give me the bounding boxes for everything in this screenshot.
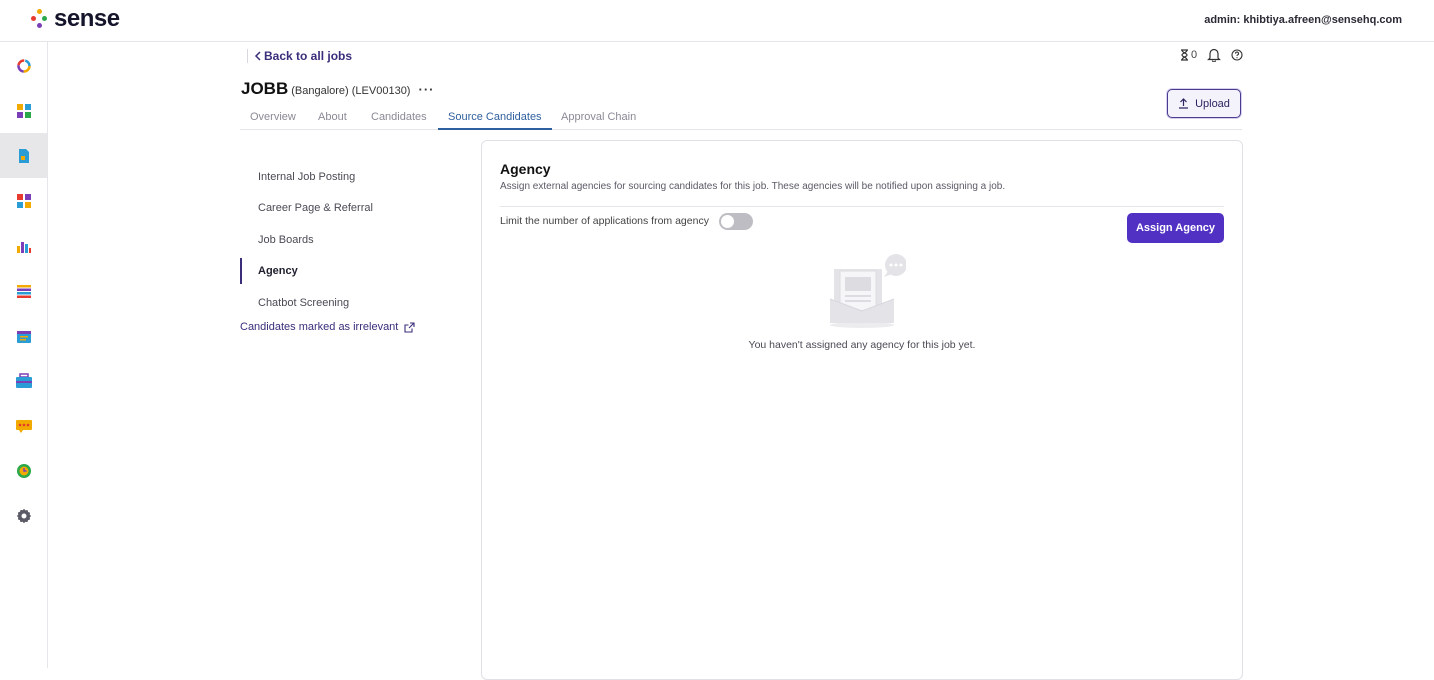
tab-about[interactable]: About: [318, 111, 347, 130]
empty-inbox-illustration: [829, 254, 906, 328]
bar-chart-icon: [16, 241, 31, 253]
irrelevant-candidates-link[interactable]: Candidates marked as irrelevant: [240, 321, 415, 333]
logo-dots-icon: [30, 7, 48, 31]
header-utilities: 0: [1180, 47, 1243, 62]
sidebar-item-briefcase[interactable]: [0, 358, 47, 403]
admin-user-label[interactable]: admin: khibtiya.afreen@sensehq.com: [1204, 14, 1402, 26]
sidebar-item-jobs[interactable]: [0, 133, 47, 178]
hourglass-icon: [1181, 48, 1188, 61]
clock-icon: [16, 463, 31, 478]
list-icon: [16, 284, 31, 298]
external-link-icon: [404, 321, 415, 333]
document-icon: [18, 148, 29, 163]
brand-name: sense: [54, 5, 120, 32]
agency-card: Agency Assign external agencies for sour…: [481, 140, 1243, 680]
chat-bubble-icon: [15, 419, 32, 433]
agency-description: Assign external agencies for sourcing ca…: [500, 181, 1006, 192]
app-sidebar: [0, 42, 48, 668]
subnav-agency[interactable]: Agency: [258, 265, 298, 277]
sidebar-item-home[interactable]: [0, 43, 47, 88]
job-title-row: JOBB (Bangalore) (LEV00130) ···: [241, 79, 434, 99]
sidebar-item-calendar[interactable]: [0, 313, 47, 358]
sidebar-item-scheduler[interactable]: [0, 448, 47, 493]
job-tabs: Overview About Candidates Source Candida…: [240, 108, 1242, 130]
assign-agency-button[interactable]: Assign Agency: [1127, 213, 1224, 243]
back-link-label: Back to all jobs: [264, 49, 353, 63]
ring-chart-icon: [16, 58, 31, 73]
irrelevant-link-label: Candidates marked as irrelevant: [240, 321, 399, 333]
sidebar-item-messages[interactable]: [0, 403, 47, 448]
job-meta: (Bangalore) (LEV00130): [291, 85, 411, 97]
sidebar-item-settings[interactable]: [0, 493, 47, 538]
sidebar-item-lists[interactable]: [0, 268, 47, 313]
sidebar-item-analytics[interactable]: [0, 223, 47, 268]
chevron-left-icon: [254, 51, 261, 61]
tab-candidates[interactable]: Candidates: [371, 111, 427, 130]
sidebar-item-dashboard[interactable]: [0, 88, 47, 133]
subnav-active-indicator: [240, 258, 242, 284]
tab-overview[interactable]: Overview: [250, 111, 296, 130]
subnav-job-boards[interactable]: Job Boards: [258, 234, 314, 246]
card-divider: [500, 206, 1224, 207]
subnav-internal-job-posting[interactable]: Internal Job Posting: [258, 171, 355, 183]
subnav-career-page-referral[interactable]: Career Page & Referral: [258, 202, 373, 214]
limit-applications-label: Limit the number of applications from ag…: [500, 215, 709, 227]
toggle-knob: [721, 215, 734, 228]
job-name: JOBB: [241, 79, 289, 98]
calendar-icon: [16, 330, 31, 343]
tab-approval-chain[interactable]: Approval Chain: [561, 111, 636, 130]
dashboard-grid-icon: [16, 103, 31, 118]
tab-source-candidates[interactable]: Source Candidates: [438, 111, 552, 130]
back-to-jobs-link[interactable]: Back to all jobs: [247, 49, 352, 63]
subnav-chatbot-screening[interactable]: Chatbot Screening: [258, 297, 349, 309]
sidebar-item-integrations[interactable]: [0, 178, 47, 223]
briefcase-icon: [15, 372, 32, 388]
limit-applications-toggle[interactable]: [719, 213, 753, 230]
hourglass-counter[interactable]: 0: [1180, 49, 1197, 61]
agency-title: Agency: [500, 161, 551, 177]
gear-icon: [16, 508, 31, 523]
sense-logo[interactable]: sense: [30, 5, 120, 32]
bell-icon[interactable]: [1207, 47, 1222, 62]
more-options-icon[interactable]: ···: [418, 82, 434, 97]
puzzle-icon: [16, 193, 31, 208]
top-bar: sense admin: khibtiya.afreen@sensehq.com: [0, 0, 1434, 42]
empty-state-message: You haven't assigned any agency for this…: [748, 339, 976, 351]
help-icon[interactable]: [1231, 48, 1243, 61]
hourglass-count: 0: [1191, 48, 1198, 61]
